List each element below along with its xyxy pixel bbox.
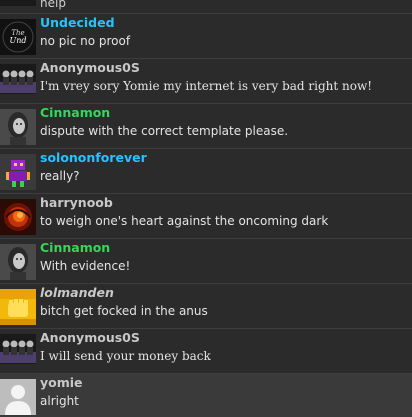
chat-message: yomie alright bbox=[0, 374, 412, 417]
purple-robot-avatar[interactable] bbox=[0, 154, 36, 190]
message-text: bitch get focked in the anus bbox=[40, 304, 208, 318]
message-text: I will send your money back bbox=[40, 349, 211, 363]
chat-message: Anonymous0S I will send your money back bbox=[0, 329, 412, 374]
chat-message: harrynoob to weigh one's heart against t… bbox=[0, 194, 412, 239]
default-user-avatar[interactable] bbox=[0, 379, 36, 415]
chat-message: The Und Undecided no pic no proof bbox=[0, 14, 412, 59]
undecided-logo-avatar[interactable]: The Und bbox=[0, 19, 36, 55]
chat-message: Cinnamon dispute with the correct templa… bbox=[0, 104, 412, 149]
message-text: no pic no proof bbox=[40, 34, 131, 48]
girl-portrait-avatar[interactable] bbox=[0, 244, 36, 280]
message-username[interactable]: Cinnamon bbox=[40, 240, 110, 255]
chat-message: Cinnamon With evidence! bbox=[0, 239, 412, 284]
message-username[interactable]: Anonymous0S bbox=[40, 330, 140, 345]
message-text: With evidence! bbox=[40, 259, 131, 273]
chat-message-partial: help bbox=[0, 0, 412, 14]
message-text: to weigh one's heart against the oncomin… bbox=[40, 214, 329, 228]
anonymous-mask-avatar[interactable] bbox=[0, 64, 36, 100]
chat-message: lolmanden bitch get focked in the anus bbox=[0, 284, 412, 329]
message-username[interactable]: harrynoob bbox=[40, 195, 113, 210]
message-text: dispute with the correct template please… bbox=[40, 124, 289, 138]
message-text: help bbox=[40, 0, 66, 10]
message-username[interactable]: Cinnamon bbox=[40, 105, 110, 120]
message-username[interactable]: lolmanden bbox=[40, 285, 114, 300]
message-username[interactable]: solononforever bbox=[40, 150, 147, 165]
yellow-fist-avatar[interactable] bbox=[0, 289, 36, 325]
fire-swirl-avatar[interactable] bbox=[0, 199, 36, 235]
message-username[interactable]: Undecided bbox=[40, 15, 115, 30]
chat-log: help The Und Undecided no pic no proof A… bbox=[0, 0, 412, 417]
svg-text:Und: Und bbox=[9, 36, 26, 45]
chat-message: solononforever really? bbox=[0, 149, 412, 194]
message-text: I'm vrey sory Yomie my internet is very … bbox=[40, 79, 373, 93]
girl-portrait-avatar[interactable] bbox=[0, 109, 36, 145]
message-username[interactable]: yomie bbox=[40, 375, 83, 390]
message-text: really? bbox=[40, 169, 80, 183]
message-username[interactable]: Anonymous0S bbox=[40, 60, 140, 75]
chat-message: Anonymous0S I'm vrey sory Yomie my inter… bbox=[0, 59, 412, 104]
message-text: alright bbox=[40, 394, 79, 408]
anonymous-mask-avatar[interactable] bbox=[0, 334, 36, 370]
anonymous-mask-avatar[interactable] bbox=[0, 0, 36, 6]
